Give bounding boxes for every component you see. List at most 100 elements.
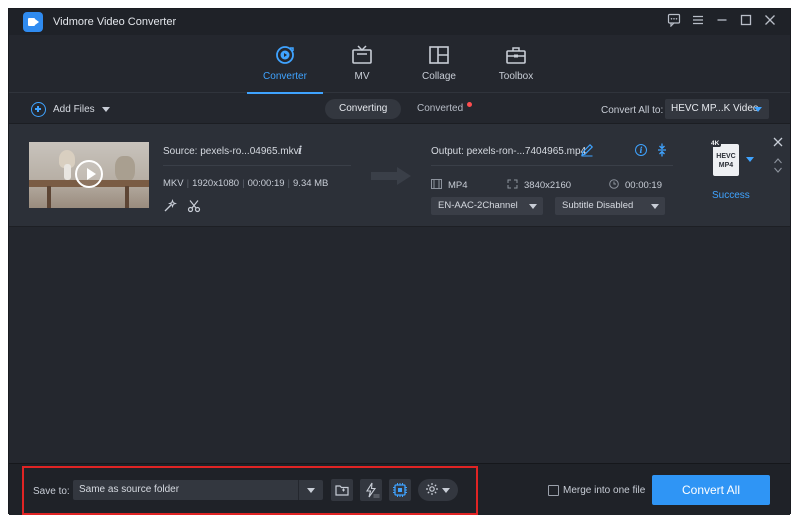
info-icon[interactable]: i (298, 144, 302, 157)
audio-track-select[interactable]: EN-AAC-2Channel (431, 197, 543, 215)
bottom-bar: Save to: Same as source folder Merge int… (9, 463, 790, 515)
scissors-icon[interactable] (187, 199, 201, 213)
source-duration: 00:00:19 (247, 178, 285, 189)
minimize-icon[interactable] (713, 13, 731, 31)
app-logo-icon (23, 12, 43, 32)
output-format: MP4 (448, 180, 468, 191)
compress-icon[interactable] (655, 143, 669, 157)
toolbar: Add Files Converting Converted Convert A… (9, 94, 790, 124)
format-select-value: HEVC MP...K Video (671, 103, 759, 114)
chevron-down-icon[interactable] (746, 157, 754, 162)
output-duration-info: 00:00:19 (609, 179, 662, 192)
film-icon (431, 179, 442, 192)
badge-container: MP4 (718, 162, 734, 169)
thumb-vase (64, 164, 71, 180)
divider (298, 480, 299, 500)
merge-checkbox[interactable] (548, 485, 559, 496)
tv-icon (351, 45, 373, 65)
gpu-accel-button[interactable] (389, 479, 411, 501)
main-nav: Converter MV Collage Toolbox (9, 35, 790, 94)
toolbox-icon (505, 45, 527, 65)
tab-label: Converter (263, 71, 307, 82)
edit-icon[interactable] (580, 143, 594, 157)
magic-wand-icon[interactable] (163, 199, 177, 213)
badge-codec: HEVC (716, 153, 736, 160)
status-badge: Success (712, 190, 750, 201)
source-meta: MKV | 1920x1080 | 00:00:19 | 9.34 MB (163, 178, 329, 189)
video-thumbnail[interactable] (29, 142, 149, 208)
save-path-select[interactable]: Same as source folder (73, 480, 323, 500)
add-files-label: Add Files (53, 103, 95, 115)
tab-mv[interactable]: MV (324, 35, 400, 93)
output-format-badge[interactable]: 4K HEVC MP4 (709, 140, 739, 176)
chevron-down-icon (754, 107, 762, 112)
quality-badge: 4K (709, 140, 722, 147)
move-down-icon[interactable] (774, 164, 782, 173)
app-window: Vidmore Video Converter Converter MV Col… (8, 8, 791, 515)
save-to-label: Save to: (33, 486, 70, 497)
maximize-icon[interactable] (737, 13, 755, 31)
chevron-down-icon[interactable] (101, 106, 110, 112)
converter-icon (274, 45, 296, 65)
merge-label: Merge into one file (563, 485, 646, 496)
tab-toolbox[interactable]: Toolbox (478, 35, 554, 93)
source-format: MKV (163, 178, 184, 189)
app-title: Vidmore Video Converter (53, 16, 177, 28)
chevron-down-icon (651, 204, 659, 209)
save-path-value: Same as source folder (79, 484, 180, 495)
tab-converted[interactable]: Converted (403, 99, 477, 119)
chevron-down-icon (442, 488, 450, 493)
tab-converter[interactable]: Converter (247, 35, 323, 94)
play-icon[interactable] (75, 160, 103, 188)
tab-label: Toolbox (498, 71, 534, 82)
move-up-icon[interactable] (774, 155, 782, 164)
collage-icon (428, 45, 450, 65)
tab-converting[interactable]: Converting (325, 99, 402, 119)
gear-icon (425, 482, 439, 497)
divider (431, 165, 673, 166)
source-resolution: 1920x1080 (192, 178, 240, 189)
chip-icon (393, 483, 407, 497)
convert-all-button[interactable]: Convert All (652, 475, 770, 505)
thumb-table-leg (125, 186, 129, 208)
source-size: 9.34 MB (293, 178, 329, 189)
output-resolution: 3840x2160 (524, 180, 572, 191)
file-item: Source: pexels-ro...04965.mkv i MKV | 1920… (9, 124, 790, 227)
audio-track-value: EN-AAC-2Channel (438, 200, 518, 211)
remove-item-icon[interactable] (773, 136, 783, 150)
menu-icon[interactable] (689, 13, 707, 31)
divider (163, 165, 351, 166)
settings-button[interactable] (418, 479, 458, 501)
tab-label: Collage (422, 71, 456, 82)
title-bar: Vidmore Video Converter (9, 9, 790, 35)
convert-arrow-icon (371, 167, 411, 185)
convert-all-to-label: Convert All to: (601, 105, 664, 116)
notification-dot (467, 102, 473, 107)
convert-all-format-select[interactable]: HEVC MP...K Video (665, 99, 769, 119)
subtitle-select[interactable]: Subtitle Disabled (555, 197, 665, 215)
output-info-icon[interactable]: i (635, 144, 647, 156)
subtitle-value: Subtitle Disabled (562, 200, 634, 211)
chevron-down-icon (307, 488, 315, 493)
open-folder-button[interactable] (331, 479, 353, 501)
add-files-button[interactable]: Add Files (31, 99, 110, 119)
lightning-icon (366, 482, 380, 498)
output-filename: Output: pexels-ron-...7404965.mp4 (431, 146, 587, 157)
hardware-accel-off-button[interactable] (360, 479, 382, 501)
clock-icon (609, 179, 619, 192)
output-duration: 00:00:19 (625, 180, 662, 191)
thumb-plant-2 (115, 156, 135, 182)
output-format-info: MP4 (431, 179, 468, 192)
resize-icon (507, 179, 518, 192)
folder-icon (335, 485, 349, 496)
add-icon (31, 101, 46, 117)
tab-label: MV (354, 71, 370, 82)
tab-collage[interactable]: Collage (401, 35, 477, 93)
chevron-down-icon (529, 204, 537, 209)
output-resolution-info: 3840x2160 (507, 179, 571, 192)
source-filename: Source: pexels-ro...04965.mkv (163, 146, 299, 157)
feedback-icon[interactable] (665, 13, 683, 31)
thumb-table-leg (47, 186, 51, 208)
close-icon[interactable] (761, 13, 779, 31)
tab-converted-label: Converted (417, 103, 464, 114)
